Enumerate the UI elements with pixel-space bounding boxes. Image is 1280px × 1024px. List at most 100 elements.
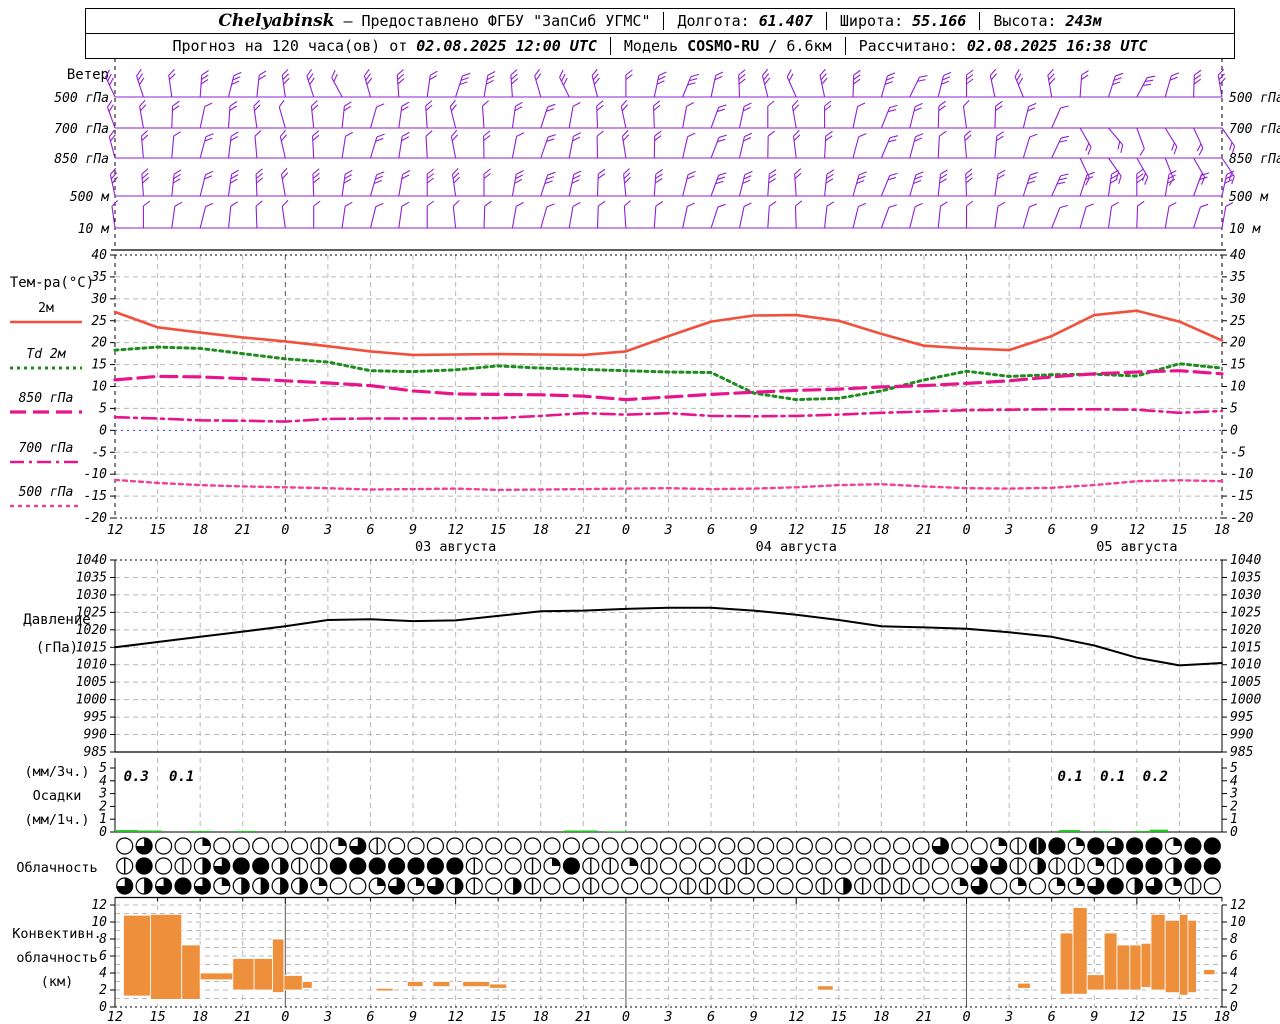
wind-barb bbox=[937, 130, 947, 159]
wind-barb bbox=[653, 71, 667, 98]
wind-barb bbox=[1079, 203, 1094, 229]
wind-barb bbox=[199, 133, 214, 159]
svg-text:0: 0 bbox=[622, 522, 630, 538]
cloud-symbol bbox=[446, 837, 464, 855]
svg-text:500 гПа: 500 гПа bbox=[19, 485, 74, 500]
svg-text:0.1: 0.1 bbox=[169, 769, 194, 785]
cloud-symbol bbox=[854, 837, 872, 855]
wind-barb bbox=[425, 130, 433, 159]
wind-barb bbox=[452, 200, 460, 229]
wind-barb bbox=[767, 169, 777, 197]
svg-text:6: 6 bbox=[707, 1009, 715, 1024]
wind-barb bbox=[682, 132, 696, 159]
wind-barb bbox=[1107, 169, 1119, 197]
wind-barb bbox=[312, 168, 320, 197]
svg-text:9: 9 bbox=[409, 522, 417, 538]
cloud-symbol bbox=[407, 837, 425, 855]
wind-barb bbox=[1107, 72, 1124, 98]
svg-text:500 м: 500 м bbox=[70, 190, 110, 205]
cloud-symbol bbox=[1125, 837, 1144, 855]
svg-text:9: 9 bbox=[1090, 522, 1098, 538]
svg-text:0.2: 0.2 bbox=[1143, 769, 1168, 785]
svg-text:850 гПа: 850 гПа bbox=[19, 391, 74, 406]
convective-bar bbox=[123, 914, 151, 997]
model-resolution: / 6.6км bbox=[768, 37, 832, 55]
wind-barb bbox=[1014, 69, 1024, 98]
svg-text:2: 2 bbox=[99, 983, 107, 998]
wind-barb bbox=[450, 129, 459, 159]
svg-text:12: 12 bbox=[1230, 898, 1246, 913]
cloud-symbol bbox=[1048, 837, 1066, 855]
wind-barb bbox=[682, 73, 699, 98]
wind-barb bbox=[852, 171, 867, 197]
cloud-symbol bbox=[931, 857, 950, 875]
precip-bar bbox=[115, 830, 138, 832]
wind-barb bbox=[568, 202, 581, 229]
header-row-1: Chelyabinsk — Предоставлено ФГБУ "ЗапСиб… bbox=[86, 9, 1234, 34]
cloud-symbol bbox=[776, 877, 794, 895]
svg-text:4: 4 bbox=[99, 966, 107, 981]
svg-text:1010: 1010 bbox=[1230, 658, 1261, 673]
convective-bar bbox=[1103, 932, 1118, 991]
svg-text:1015: 1015 bbox=[1230, 640, 1261, 655]
svg-text:18: 18 bbox=[873, 1009, 889, 1024]
svg-text:(мм/1ч.): (мм/1ч.) bbox=[24, 812, 89, 828]
wind-barb bbox=[682, 202, 695, 229]
svg-text:0: 0 bbox=[962, 522, 970, 538]
cloud-symbol bbox=[795, 857, 814, 875]
cloud-symbol bbox=[621, 837, 639, 855]
wind-barb bbox=[738, 170, 753, 197]
svg-text:850 гПа: 850 гПа bbox=[54, 152, 109, 167]
cloud-symbol bbox=[718, 857, 736, 875]
wind-barb bbox=[278, 99, 286, 129]
cloud-symbol bbox=[854, 857, 872, 875]
wind-barb bbox=[341, 101, 352, 129]
wind-barb bbox=[227, 101, 238, 129]
convective-bar bbox=[283, 975, 303, 991]
convective-bar bbox=[1150, 914, 1166, 991]
altitude-value: 243м bbox=[1065, 12, 1102, 30]
wind-barb bbox=[227, 169, 239, 197]
cloud-symbol bbox=[834, 857, 852, 875]
wind-barb bbox=[937, 71, 952, 98]
precip-bar bbox=[1097, 831, 1112, 832]
wind-barb bbox=[852, 202, 867, 229]
wind-barb bbox=[596, 168, 606, 197]
svg-text:0.1: 0.1 bbox=[1100, 769, 1125, 785]
wind-barb bbox=[794, 200, 803, 229]
svg-text:3: 3 bbox=[323, 522, 332, 538]
cloud-symbol bbox=[1106, 877, 1124, 895]
wind-barb bbox=[994, 169, 1006, 197]
svg-text:18: 18 bbox=[1214, 522, 1230, 538]
svg-text:(км): (км) bbox=[41, 974, 74, 990]
svg-text:990: 990 bbox=[1230, 728, 1254, 743]
wind-barb bbox=[791, 99, 800, 129]
convective-bar bbox=[301, 981, 313, 989]
pressure-panel: 1040 10401035 10351030 10301025 10251020 1020… bbox=[23, 553, 1261, 760]
convective-panel: 12 1210 108 86 64 42 20 0Конвективн.облачность(… bbox=[12, 898, 1246, 1015]
cloud-symbol bbox=[562, 837, 581, 855]
precip-bar bbox=[604, 831, 629, 832]
svg-text:995: 995 bbox=[84, 710, 108, 725]
wind-barb bbox=[1051, 135, 1070, 159]
provider-text: Предоставлено ФГБУ "ЗапСиб УГМС" bbox=[361, 12, 651, 30]
wind-barb bbox=[1079, 157, 1090, 186]
wind-barb bbox=[279, 129, 287, 159]
wind-barb bbox=[136, 69, 145, 98]
wind-barb bbox=[568, 132, 581, 159]
svg-text:12: 12 bbox=[107, 522, 123, 538]
svg-text:10 м: 10 м bbox=[78, 222, 110, 237]
cloud-symbol bbox=[388, 837, 406, 855]
svg-text:-15: -15 bbox=[84, 489, 108, 504]
model-label: Модель bbox=[623, 37, 679, 55]
wind-barb bbox=[909, 75, 928, 98]
wind-barb bbox=[994, 201, 1006, 229]
wind-barb bbox=[596, 200, 606, 229]
cloud-symbol bbox=[1125, 857, 1144, 875]
cloud-symbol bbox=[756, 877, 775, 895]
calculated-label: Рассчитано: bbox=[858, 37, 958, 55]
wind-barb bbox=[481, 100, 489, 129]
longitude-label: Долгота: bbox=[677, 12, 750, 30]
wind-barb bbox=[363, 68, 373, 98]
svg-text:1030: 1030 bbox=[76, 588, 107, 603]
